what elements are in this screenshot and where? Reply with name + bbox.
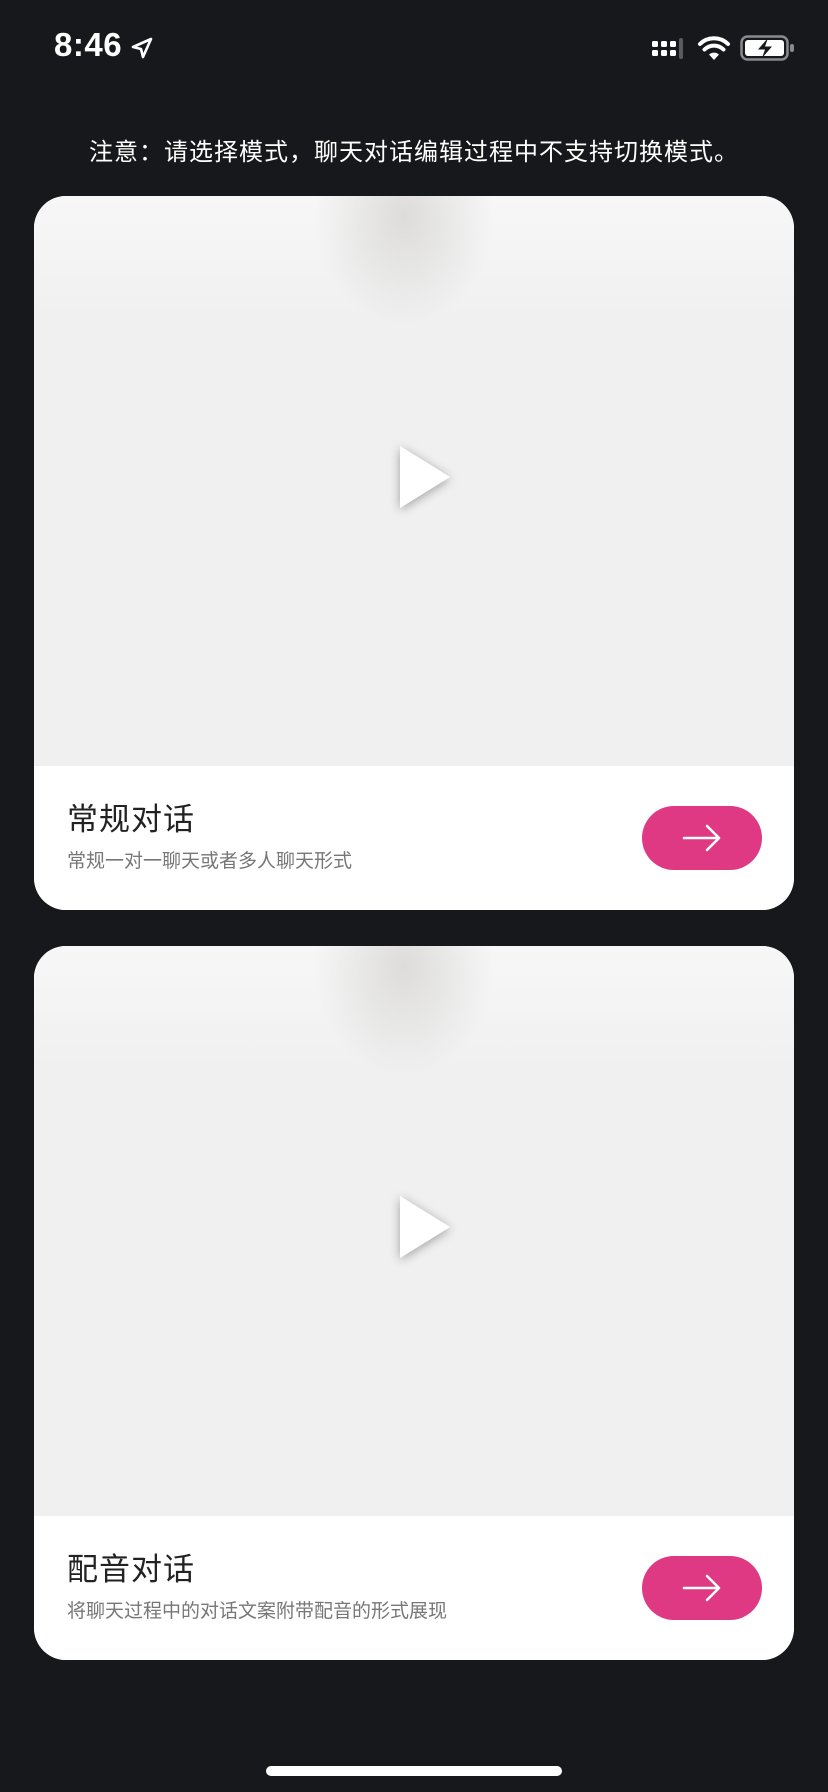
select-voice-chat-button[interactable] <box>642 1556 762 1620</box>
location-arrow-icon <box>131 37 153 59</box>
mode-description: 常规一对一聊天或者多人聊天形式 <box>67 850 353 872</box>
mode-card-footer: 配音对话 将聊天过程中的对话文案附带配音的形式展现 <box>34 1516 794 1660</box>
mode-card-voice-chat[interactable]: 配音对话 将聊天过程中的对话文案附带配音的形式展现 <box>34 946 794 1660</box>
play-icon[interactable] <box>374 432 464 522</box>
mode-card-normal-chat[interactable]: 常规对话 常规一对一聊天或者多人聊天形式 <box>34 196 794 910</box>
mode-title: 配音对话 <box>67 1552 195 1588</box>
home-indicator[interactable] <box>266 1766 562 1776</box>
mode-card-footer: 常规对话 常规一对一聊天或者多人聊天形式 <box>34 766 794 910</box>
play-icon[interactable] <box>374 1182 464 1272</box>
wifi-icon <box>698 36 730 60</box>
battery-charging-icon <box>740 35 794 61</box>
mode-title: 常规对话 <box>67 802 195 838</box>
video-preview[interactable] <box>34 946 794 1516</box>
mode-notice: 注意：请选择模式，聊天对话编辑过程中不支持切换模式。 <box>89 138 739 166</box>
cellular-signal-icon <box>652 38 683 59</box>
select-normal-chat-button[interactable] <box>642 806 762 870</box>
arrow-right-icon <box>682 1574 721 1602</box>
status-time: 8:46 <box>54 26 123 63</box>
video-preview[interactable] <box>34 196 794 766</box>
arrow-right-icon <box>682 824 721 852</box>
mode-description: 将聊天过程中的对话文案附带配音的形式展现 <box>67 1600 448 1622</box>
status-bar: 8:46 <box>0 0 828 100</box>
